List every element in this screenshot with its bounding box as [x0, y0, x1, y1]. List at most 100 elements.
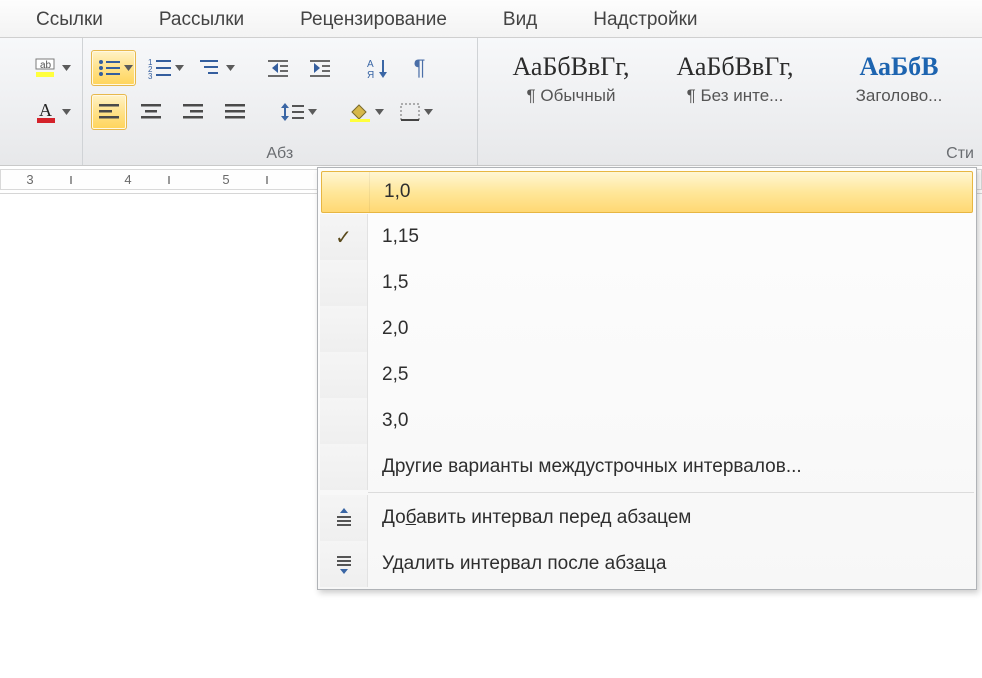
show-marks-button[interactable]: ¶ — [402, 50, 438, 86]
chevron-down-icon — [175, 65, 184, 71]
increase-indent-button[interactable] — [302, 50, 338, 86]
menu-label: 1,15 — [368, 226, 419, 248]
line-spacing-button[interactable] — [275, 94, 320, 130]
menu-item-spacing[interactable]: 1,5 — [320, 260, 974, 306]
style-heading1[interactable]: АаБбВ Заголово... — [824, 46, 974, 106]
chevron-down-icon — [375, 109, 384, 115]
tab-addins[interactable]: Надстройки — [565, 1, 725, 37]
ribbon-tabs: Ссылки Рассылки Рецензирование Вид Надст… — [0, 0, 982, 38]
group-font: ab A — [0, 38, 83, 165]
chevron-down-icon — [424, 109, 433, 115]
ruler-number: 3 — [20, 169, 40, 190]
line-spacing-icon — [280, 101, 306, 123]
style-no-spacing[interactable]: АаБбВвГг, ¶ Без инте... — [660, 46, 810, 106]
chevron-down-icon — [62, 109, 71, 115]
bullets-button[interactable] — [91, 50, 136, 86]
chevron-down-icon — [62, 65, 71, 71]
align-right-button[interactable] — [175, 94, 211, 130]
ruler-number: 5 — [216, 169, 236, 190]
chevron-down-icon — [226, 65, 235, 71]
svg-text:A: A — [39, 100, 52, 120]
menu-label: 2,0 — [368, 318, 408, 340]
menu-label: 1,0 — [370, 181, 410, 203]
justify-icon — [223, 102, 247, 122]
ruler-number: 4 — [118, 169, 138, 190]
check-icon: ✓ — [320, 214, 368, 260]
style-sample: АаБбВ — [824, 52, 974, 82]
multilevel-button[interactable] — [193, 50, 238, 86]
menu-label: Добавить интервал перед абзацем — [368, 507, 691, 529]
font-color-icon: A — [34, 100, 60, 124]
chevron-down-icon — [308, 109, 317, 115]
svg-text:Я: Я — [367, 70, 374, 79]
menu-item-spacing[interactable]: 3,0 — [320, 398, 974, 444]
menu-icon-empty — [320, 352, 368, 398]
menu-label: 3,0 — [368, 410, 408, 432]
menu-label: Удалить интервал после абзаца — [368, 553, 666, 575]
ruler-minor-tick — [265, 169, 269, 190]
menu-item-spacing[interactable]: ✓1,15 — [320, 214, 974, 260]
menu-icon-empty — [320, 260, 368, 306]
increase-indent-icon — [308, 58, 332, 78]
menu-item-spacing[interactable]: 1,0 — [321, 171, 973, 213]
numbering-button[interactable]: 1 2 3 — [142, 50, 187, 86]
numbering-icon: 1 2 3 — [147, 57, 173, 79]
style-name: ¶ Без инте... — [660, 86, 810, 106]
bullets-icon — [96, 57, 122, 79]
borders-icon — [398, 101, 422, 123]
style-sample: АаБбВвГг, — [660, 52, 810, 82]
svg-text:ab: ab — [40, 60, 52, 71]
group-styles: АаБбВвГг, ¶ Обычный АаБбВвГг, ¶ Без инте… — [478, 38, 982, 165]
align-center-button[interactable] — [133, 94, 169, 130]
menu-label: 1,5 — [368, 272, 408, 294]
menu-item-add-space-before[interactable]: Добавить интервал перед абзацем — [320, 495, 974, 541]
menu-item-remove-space-after[interactable]: Удалить интервал после абзаца — [320, 541, 974, 587]
remove-space-after-icon — [320, 541, 368, 587]
menu-separator — [368, 492, 974, 493]
tab-review[interactable]: Рецензирование — [272, 1, 475, 37]
decrease-indent-button[interactable] — [260, 50, 296, 86]
sort-button[interactable]: A Я — [360, 50, 396, 86]
shading-icon — [347, 101, 373, 123]
shading-button[interactable] — [342, 94, 387, 130]
menu-item-spacing[interactable]: 2,5 — [320, 352, 974, 398]
align-left-icon — [97, 102, 121, 122]
menu-icon-empty — [320, 306, 368, 352]
pilcrow-icon: ¶ — [414, 55, 426, 81]
font-color-button[interactable]: A — [29, 94, 74, 130]
ruler-minor-tick — [167, 169, 171, 190]
style-name: Заголово... — [824, 86, 974, 106]
group-label-styles: Сти — [478, 145, 982, 163]
group-label-paragraph: Абз — [83, 145, 477, 163]
align-center-icon — [139, 102, 163, 122]
highlight-button[interactable]: ab — [29, 50, 74, 86]
svg-text:A: A — [367, 59, 374, 70]
chevron-down-icon — [124, 65, 133, 71]
align-right-icon — [181, 102, 205, 122]
menu-item-spacing[interactable]: 2,0 — [320, 306, 974, 352]
menu-icon-empty — [322, 172, 370, 212]
menu-label: 2,5 — [368, 364, 408, 386]
style-sample: АаБбВвГг, — [496, 52, 646, 82]
multilevel-icon — [198, 57, 224, 79]
tab-references[interactable]: Ссылки — [8, 1, 131, 37]
decrease-indent-icon — [266, 58, 290, 78]
menu-icon-empty — [320, 398, 368, 444]
menu-icon-empty — [320, 444, 368, 490]
svg-text:3: 3 — [148, 72, 153, 79]
align-left-button[interactable] — [91, 94, 127, 130]
sort-icon: A Я — [367, 57, 389, 79]
tab-mailings[interactable]: Рассылки — [131, 1, 272, 37]
ruler-minor-tick — [69, 169, 73, 190]
borders-button[interactable] — [393, 94, 436, 130]
menu-item-more-spacing[interactable]: Другие варианты междустрочных интервалов… — [320, 444, 974, 490]
style-normal[interactable]: АаБбВвГг, ¶ Обычный — [496, 46, 646, 106]
ribbon: ab A — [0, 38, 982, 166]
tab-view[interactable]: Вид — [475, 1, 565, 37]
add-space-before-icon — [320, 495, 368, 541]
style-name: ¶ Обычный — [496, 86, 646, 106]
justify-button[interactable] — [217, 94, 253, 130]
group-paragraph: 1 2 3 — [83, 38, 478, 165]
highlight-icon: ab — [34, 56, 60, 80]
menu-label: Другие варианты междустрочных интервалов… — [368, 456, 802, 478]
